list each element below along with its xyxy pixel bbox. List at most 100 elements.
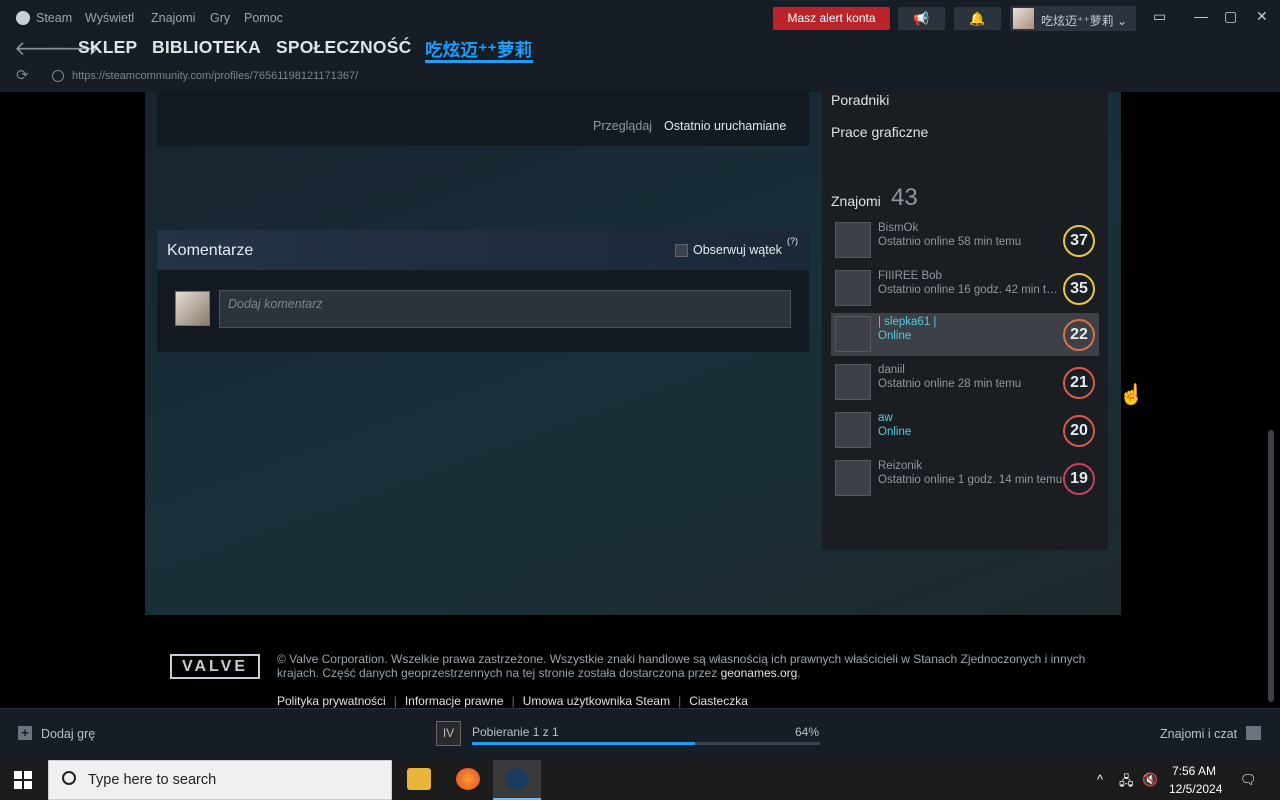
ssa-link[interactable]: Umowa użytkownika Steam	[523, 694, 670, 708]
maximize-icon[interactable]: ▢	[1224, 8, 1237, 25]
download-progress-fill	[472, 742, 695, 745]
copyright-text: © Valve Corporation. Wszelkie prawa zast…	[277, 652, 1086, 680]
avatar[interactable]	[835, 270, 871, 306]
account-alert-button[interactable]: Masz alert konta	[773, 7, 890, 30]
friend-status: Ostatnio online 1 godz. 14 min temu	[878, 474, 1063, 486]
artwork-link[interactable]: Prace graficzne	[831, 124, 928, 140]
tab-library[interactable]: BIBLIOTEKA	[152, 37, 261, 58]
tab-store[interactable]: SKLEP	[78, 37, 137, 58]
friend-name[interactable]: FIIIREE Bob	[878, 270, 942, 282]
footer-links: Polityka prywatności | Informacje prawne | U…	[277, 694, 748, 708]
friend-row[interactable]: BismOk Ostatnio online 58 min temu 37	[831, 219, 1099, 262]
announcements-icon[interactable]: 📢	[898, 7, 945, 30]
friend-name[interactable]: | slepka61 |	[878, 316, 936, 328]
big-picture-icon[interactable]: ▭	[1153, 8, 1166, 25]
friend-name[interactable]: BismOk	[878, 222, 918, 234]
avatar[interactable]	[835, 316, 871, 352]
reload-icon[interactable]: ⟳	[16, 66, 29, 84]
steam-logo-icon[interactable]	[16, 11, 30, 25]
menu-games[interactable]: Gry	[210, 11, 230, 25]
friend-status: Online	[878, 426, 912, 438]
tab-profile[interactable]: 吃炫迈⁺⁺萝莉	[425, 37, 532, 62]
help-link[interactable]: (?)	[787, 236, 798, 246]
download-progress-bar	[472, 742, 820, 745]
search-icon	[62, 771, 76, 785]
add-game-button[interactable]: Dodaj grę	[41, 727, 95, 741]
avatar[interactable]	[835, 222, 871, 258]
friend-level-badge: 35	[1063, 273, 1095, 305]
menu-steam[interactable]: Steam	[36, 11, 72, 25]
friend-name[interactable]: daniil	[878, 364, 905, 376]
friend-row[interactable]: FIIIREE Bob Ostatnio online 16 godz. 42 m…	[831, 267, 1099, 310]
avatar[interactable]	[835, 412, 871, 448]
friend-row[interactable]: | slepka61 | Online 22	[831, 313, 1099, 356]
steam-titlebar: Steam Wyświetl Znajomi Gry Pomoc Masz al…	[0, 0, 1280, 92]
profile-content: Przeglądaj Ostatnio uruchamiane Komentar…	[0, 92, 1280, 708]
comments-title: Komentarze	[167, 242, 254, 259]
download-game-icon[interactable]: IV	[436, 721, 461, 746]
steam-bottom-bar	[0, 708, 1280, 760]
notifications-bell-icon[interactable]: 🔔	[954, 7, 1001, 30]
friends-chat-button[interactable]: Znajomi i czat	[1160, 727, 1237, 741]
geonames-link[interactable]: geonames.org	[721, 666, 798, 680]
avatar	[1013, 8, 1034, 29]
tab-community[interactable]: SPOŁECZNOŚĆ	[276, 37, 411, 58]
browse-label: Przeglądaj	[593, 119, 653, 133]
friend-name[interactable]: aw	[878, 412, 893, 424]
windows-start-icon[interactable]	[14, 771, 32, 789]
clock-time[interactable]: 7:56 AM	[1172, 764, 1216, 778]
hand-cursor-icon: ☝	[1119, 384, 1144, 406]
minimize-icon[interactable]: —	[1194, 8, 1208, 24]
friend-level-badge: 21	[1063, 367, 1095, 399]
url-bar[interactable]: https://steamcommunity.com/profiles/7656…	[72, 70, 358, 82]
friends-count[interactable]: 43	[891, 184, 918, 212]
friends-chat-icon[interactable]	[1246, 726, 1261, 740]
volume-muted-icon[interactable]: 🔇	[1142, 772, 1158, 788]
legal-link[interactable]: Informacje prawne	[405, 694, 504, 708]
comment-placeholder: Dodaj komentarz	[228, 297, 323, 311]
valve-logo[interactable]: VALVE	[170, 654, 260, 679]
steam-taskbar-icon[interactable]	[493, 760, 541, 800]
scrollbar[interactable]	[1268, 430, 1274, 702]
friends-title[interactable]: Znajomi	[831, 193, 881, 209]
friend-name[interactable]: Reizonik	[878, 460, 922, 472]
avatar[interactable]	[835, 460, 871, 496]
cookies-link[interactable]: Ciasteczka	[689, 694, 748, 708]
download-status[interactable]: Pobieranie 1 z 1	[472, 725, 559, 739]
watch-thread-label[interactable]: Obserwuj wątek	[693, 243, 782, 257]
user-menu-button[interactable]: 吃炫迈⁺⁺萝莉 ⌄	[1010, 6, 1136, 31]
friend-status: Ostatnio online 28 min temu	[878, 378, 1022, 390]
file-explorer-taskbar-icon[interactable]	[395, 760, 443, 800]
footer-copyright: © Valve Corporation. Wszelkie prawa zast…	[277, 652, 1086, 680]
menu-view[interactable]: Wyświetl	[85, 11, 134, 25]
menu-friends[interactable]: Znajomi	[151, 11, 195, 25]
friend-level-badge: 37	[1063, 225, 1095, 257]
friend-row[interactable]: aw Online 20	[831, 409, 1099, 452]
firefox-taskbar-icon[interactable]	[444, 760, 492, 800]
tray-chevron-icon[interactable]: ^	[1097, 772, 1103, 787]
friend-status: Online	[878, 330, 912, 342]
friend-level-badge: 22	[1063, 319, 1095, 351]
friend-level-badge: 20	[1063, 415, 1095, 447]
active-tab-indicator	[425, 60, 533, 63]
avatar[interactable]	[835, 364, 871, 400]
friend-status: Ostatnio online 58 min temu	[878, 236, 1022, 248]
friend-level-badge: 19	[1063, 463, 1095, 495]
notifications-icon[interactable]: 🗨	[1240, 772, 1257, 788]
close-icon[interactable]: ✕	[1256, 8, 1268, 25]
user-name: 吃炫迈⁺⁺萝莉 ⌄	[1041, 14, 1128, 28]
avatar[interactable]	[175, 291, 210, 326]
clock-date[interactable]: 12/5/2024	[1169, 782, 1222, 796]
friend-row[interactable]: Reizonik Ostatnio online 1 godz. 14 min t…	[831, 457, 1099, 500]
friend-row[interactable]: daniil Ostatnio online 28 min temu 21	[831, 361, 1099, 404]
recently-played-link[interactable]: Ostatnio uruchamiane	[664, 119, 786, 133]
guides-link[interactable]: Poradniki	[831, 92, 889, 108]
search-placeholder: Type here to search	[88, 772, 217, 788]
friend-status: Ostatnio online 16 godz. 42 min temu	[878, 284, 1063, 296]
watch-thread-checkbox[interactable]	[675, 244, 688, 257]
menu-help[interactable]: Pomoc	[244, 11, 283, 25]
download-percent: 64%	[795, 725, 820, 739]
network-icon[interactable]: 🖧	[1119, 772, 1134, 794]
add-game-icon[interactable]: +	[18, 726, 32, 740]
privacy-link[interactable]: Polityka prywatności	[277, 694, 386, 708]
